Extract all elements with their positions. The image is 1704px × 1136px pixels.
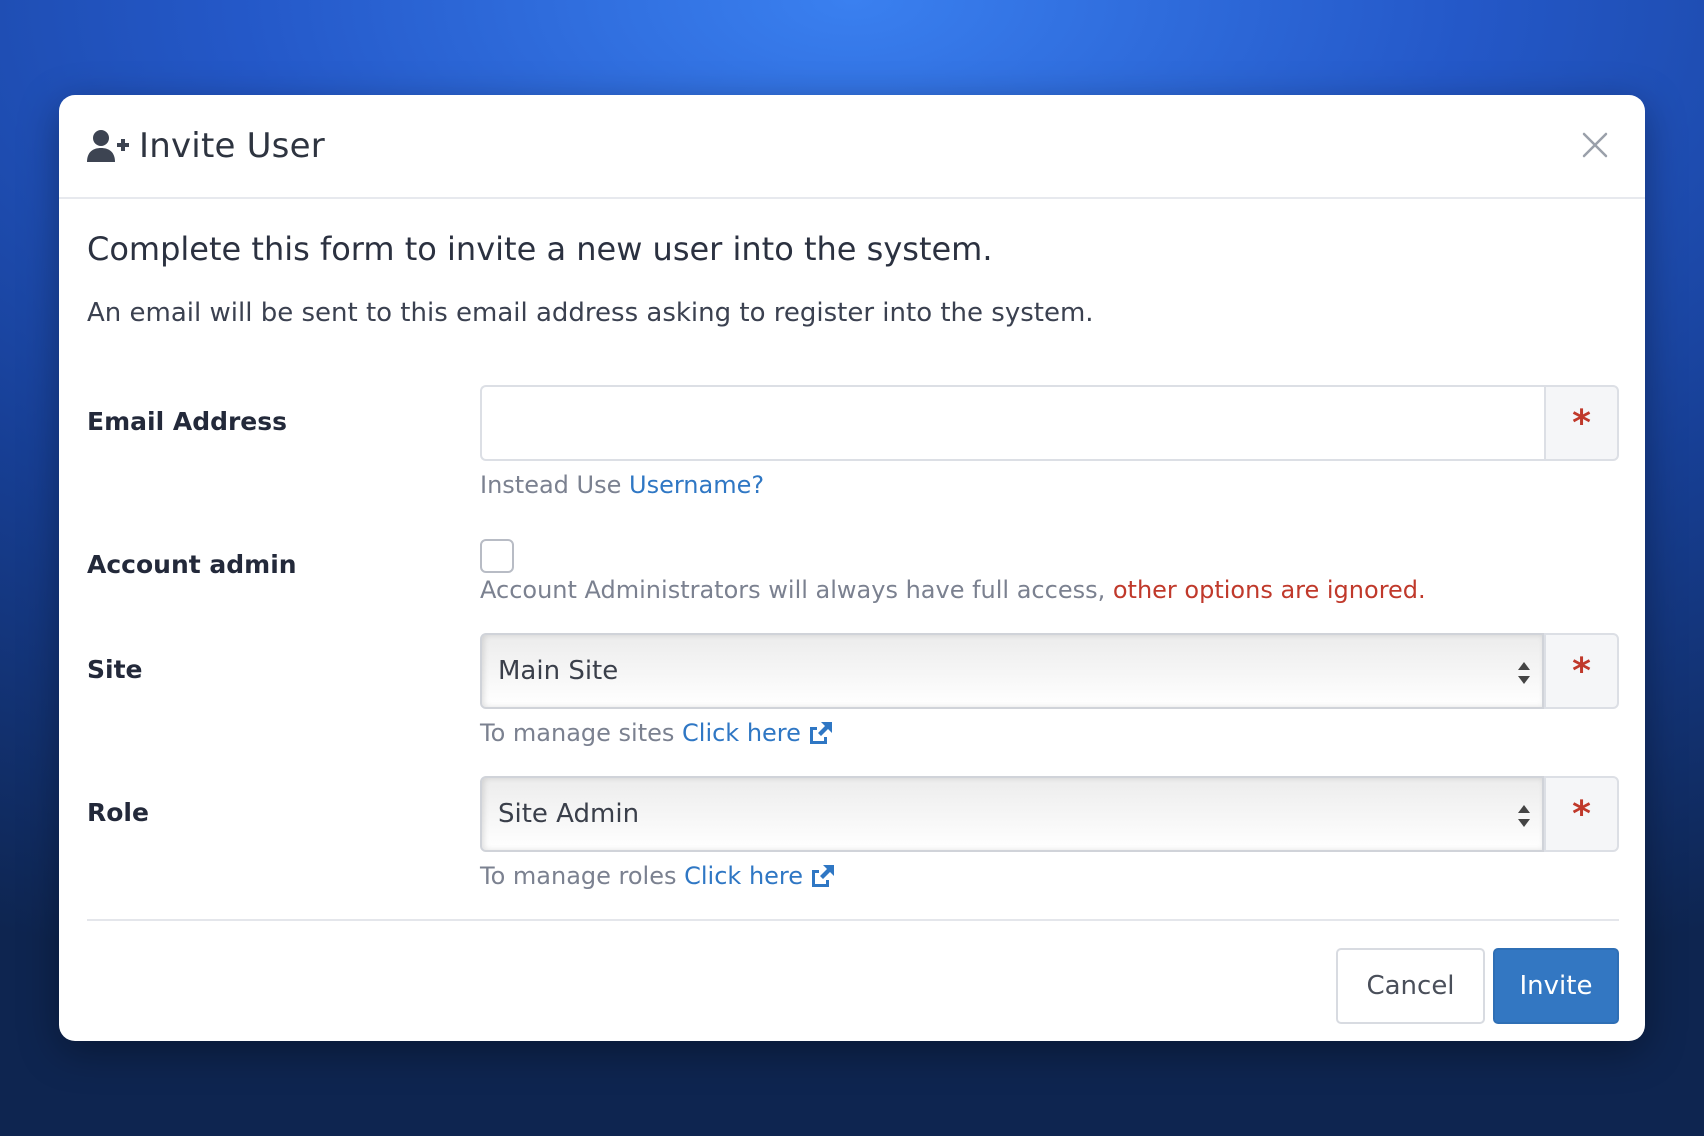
invite-user-modal: Invite User Complete this form to invite… — [59, 95, 1645, 1041]
external-link-icon — [812, 865, 835, 887]
site-help-prefix: To manage sites — [480, 719, 683, 747]
select-arrows-icon — [1518, 662, 1530, 684]
site-required-marker: * — [1544, 633, 1619, 709]
intro-text: An email will be sent to this email addr… — [87, 298, 1094, 328]
footer-divider — [87, 919, 1619, 921]
user-plus-icon — [87, 128, 129, 164]
invite-button[interactable]: Invite — [1493, 948, 1619, 1024]
account-admin-help: Account Administrators will always have … — [480, 576, 1426, 604]
email-field-group: * — [480, 385, 1619, 461]
close-icon — [1582, 132, 1608, 158]
email-input[interactable] — [480, 385, 1544, 461]
site-select[interactable]: Main Site — [480, 633, 1544, 709]
email-required-marker: * — [1544, 385, 1619, 461]
email-label: Email Address — [87, 407, 288, 436]
email-help-prefix: Instead Use — [480, 471, 630, 499]
site-field-group: Main Site * — [480, 633, 1619, 709]
account-admin-help-prefix: Account Administrators will always have … — [480, 576, 1113, 604]
manage-roles-link-label: Click here — [684, 862, 804, 890]
email-help: Instead Use Username? — [480, 471, 764, 499]
modal-title: Invite User — [139, 126, 325, 166]
role-required-marker: * — [1544, 776, 1619, 852]
use-username-link[interactable]: Username? — [629, 471, 764, 499]
external-link-icon — [809, 722, 832, 744]
select-arrows-icon — [1518, 805, 1530, 827]
role-help-prefix: To manage roles — [480, 862, 685, 890]
manage-roles-link[interactable]: Click here — [684, 862, 835, 890]
account-admin-label: Account admin — [87, 550, 297, 579]
site-select-value: Main Site — [498, 656, 619, 686]
role-help: To manage roles Click here — [480, 862, 835, 890]
role-select-value: Site Admin — [498, 799, 640, 829]
account-admin-help-warning: other options are ignored. — [1112, 576, 1426, 604]
cancel-button[interactable]: Cancel — [1336, 948, 1485, 1024]
close-button[interactable] — [1579, 129, 1611, 161]
account-admin-checkbox[interactable] — [480, 539, 514, 573]
modal-header: Invite User — [59, 95, 1645, 199]
role-select[interactable]: Site Admin — [480, 776, 1544, 852]
site-help: To manage sites Click here — [480, 719, 833, 747]
site-label: Site — [87, 655, 143, 684]
role-label: Role — [87, 798, 149, 827]
manage-sites-link[interactable]: Click here — [682, 719, 833, 747]
intro-heading: Complete this form to invite a new user … — [87, 230, 993, 268]
role-field-group: Site Admin * — [480, 776, 1619, 852]
manage-sites-link-label: Click here — [682, 719, 801, 747]
